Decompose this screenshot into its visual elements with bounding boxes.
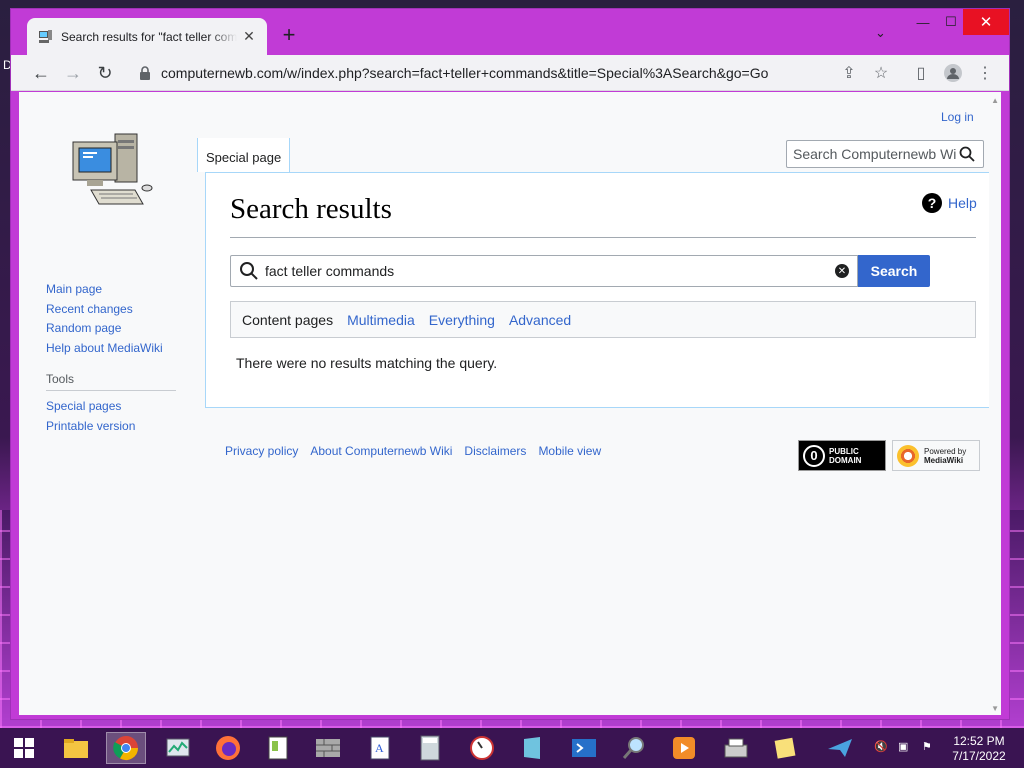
address-bar[interactable]: computernewb.com/w/index.php?search=fact…	[127, 59, 891, 87]
sidebar-item-printable-version[interactable]: Printable version	[46, 417, 176, 437]
back-arrow-icon[interactable]: ←	[27, 59, 55, 87]
sidebar-item-help-mediawiki[interactable]: Help about MediaWiki	[46, 339, 176, 359]
notepad-plus-plus-icon[interactable]	[258, 732, 298, 764]
side-panel-icon[interactable]: ▯	[911, 63, 931, 83]
page-title: Search results	[230, 193, 392, 225]
windows-start-icon[interactable]	[4, 732, 44, 764]
lock-icon	[140, 66, 150, 80]
network-icon[interactable]: ▣	[898, 740, 908, 753]
footer-privacy-policy[interactable]: Privacy policy	[225, 444, 298, 458]
file-explorer-icon[interactable]	[56, 732, 96, 764]
clock-app-icon[interactable]	[462, 732, 502, 764]
search-form: ✕ Search	[230, 255, 930, 287]
tab-advanced[interactable]: Advanced	[509, 312, 571, 328]
search-profile-tabs: Content pages Multimedia Everything Adva…	[230, 301, 976, 338]
scroll-down-arrow-icon[interactable]: ▼	[991, 704, 999, 713]
sidebar-item-random-page[interactable]: Random page	[46, 319, 176, 339]
notes-app-icon[interactable]	[512, 732, 552, 764]
pd-line2: DOMAIN	[829, 455, 862, 465]
sidebar-item-recent-changes[interactable]: Recent changes	[46, 300, 176, 320]
page-viewport: Log in Main page Recent changes Random p…	[19, 92, 1001, 715]
notification-icon[interactable]: ⚑	[922, 740, 932, 753]
search-input[interactable]	[265, 263, 835, 279]
svg-text:A: A	[375, 741, 384, 755]
wordpad-icon[interactable]: A	[360, 732, 400, 764]
header-search-input[interactable]	[793, 146, 957, 162]
clock-time: 12:52 PM	[953, 734, 1005, 748]
search-box: ✕	[230, 255, 858, 287]
tab-multimedia[interactable]: Multimedia	[347, 312, 415, 328]
footer-mobile-view[interactable]: Mobile view	[538, 444, 601, 458]
reload-icon[interactable]: ↻	[91, 59, 119, 87]
task-manager-icon[interactable]	[158, 732, 198, 764]
tab-special-page[interactable]: Special page	[197, 138, 291, 172]
pd-line1: PUBLIC	[829, 446, 859, 456]
powered-by-mediawiki-badge[interactable]: Powered by MediaWiki	[892, 440, 980, 471]
tab-close-icon[interactable]: ✕	[241, 28, 257, 45]
tab-title: Search results for "fact teller commands…	[61, 29, 237, 44]
calculator-icon[interactable]	[410, 732, 450, 764]
help-label: Help	[948, 195, 977, 211]
firewall-icon[interactable]	[308, 732, 348, 764]
sidebar-item-special-pages[interactable]: Special pages	[46, 397, 176, 417]
chrome-icon[interactable]	[106, 732, 146, 764]
fax-scan-icon[interactable]	[716, 732, 756, 764]
paper-plane-icon[interactable]	[820, 732, 860, 764]
header-search-box	[786, 140, 984, 168]
new-tab-icon[interactable]: +	[277, 23, 301, 47]
menu-kebab-icon[interactable]: ⋮	[975, 63, 995, 83]
public-domain-icon: 0	[803, 444, 825, 467]
search-icon[interactable]	[957, 144, 977, 164]
share-icon[interactable]: ⇪	[839, 63, 859, 83]
media-player-icon[interactable]	[664, 732, 704, 764]
sticky-notes-icon[interactable]	[766, 732, 806, 764]
powershell-icon[interactable]	[564, 732, 604, 764]
tab-content-pages[interactable]: Content pages	[242, 312, 333, 328]
url-text: computernewb.com/w/index.php?search=fact…	[161, 65, 769, 81]
clear-search-icon[interactable]: ✕	[835, 264, 849, 278]
taskbar: A 🔇 ▣ ⚑ 12:52 PM 7/17/2022	[0, 728, 1024, 768]
search-button[interactable]: Search	[858, 255, 930, 287]
scroll-up-arrow-icon[interactable]: ▲	[991, 96, 999, 105]
browser-toolbar: ← → ↻ computernewb.com/w/index.php?searc…	[11, 55, 1009, 91]
forward-arrow-icon[interactable]: →	[59, 59, 87, 87]
tab-search-chevron-icon[interactable]: ⌄	[875, 25, 886, 41]
help-link[interactable]: ? Help	[922, 193, 977, 213]
sidebar-item-main-page[interactable]: Main page	[46, 280, 176, 300]
browser-window: Search results for "fact teller commands…	[10, 8, 1010, 720]
mediawiki-flower-icon	[897, 444, 919, 467]
footer-links: Privacy policy About Computernewb Wiki D…	[225, 444, 613, 458]
tools-heading: Tools	[46, 372, 176, 391]
profile-avatar-icon[interactable]	[943, 63, 963, 83]
main-content: Search results ? Help ✕ Search Content p…	[205, 172, 1001, 408]
vertical-scrollbar[interactable]: ▲ ▼	[989, 92, 1001, 715]
computer-favicon-icon	[37, 29, 53, 45]
no-results-message: There were no results matching the query…	[236, 355, 498, 371]
mw-line2: MediaWiki	[924, 455, 964, 465]
volume-muted-icon[interactable]: 🔇	[874, 740, 888, 753]
title-divider	[230, 237, 976, 238]
wiki-logo[interactable]	[63, 128, 159, 224]
close-window-icon[interactable]: ✕	[963, 9, 1009, 35]
login-link[interactable]: Log in	[941, 110, 974, 124]
public-domain-badge[interactable]: 0 PUBLIC DOMAIN	[798, 440, 886, 471]
browser-tab[interactable]: Search results for "fact teller commands…	[27, 18, 267, 55]
help-question-icon: ?	[922, 193, 942, 213]
mw-line1: Powered by	[924, 446, 967, 456]
magnifier-icon[interactable]	[614, 732, 654, 764]
star-bookmark-icon[interactable]: ☆	[871, 63, 891, 83]
taskbar-clock[interactable]: 12:52 PM 7/17/2022	[948, 734, 1010, 764]
footer-about[interactable]: About Computernewb Wiki	[310, 444, 452, 458]
clock-date: 7/17/2022	[952, 749, 1006, 763]
tab-everything[interactable]: Everything	[429, 312, 495, 328]
browser-titlebar: Search results for "fact teller commands…	[11, 9, 1009, 55]
sidebar-navigation: Main page Recent changes Random page Hel…	[46, 280, 176, 436]
firefox-icon[interactable]	[208, 732, 248, 764]
footer-disclaimers[interactable]: Disclaimers	[464, 444, 526, 458]
search-icon	[240, 262, 258, 280]
